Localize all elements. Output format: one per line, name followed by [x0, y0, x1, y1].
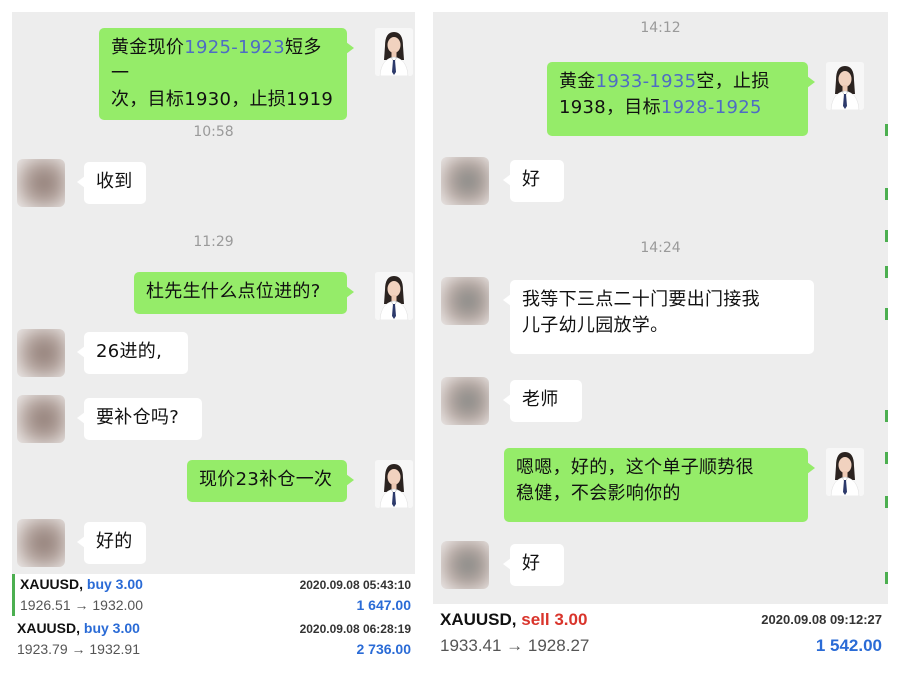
symbol-text: XAUUSD,: [17, 620, 81, 636]
price-range-text: 1925-1923: [184, 37, 286, 58]
trade-symbol: XAUUSD, sell 3.00: [440, 610, 587, 630]
woman-portrait-svg: [375, 272, 413, 320]
received-message-bubble[interactable]: 我等下三点二十门要出门接我 儿子幼儿园放学。: [503, 280, 814, 354]
received-message-bubble[interactable]: 收到: [77, 162, 146, 204]
woman-portrait-svg: [826, 62, 864, 110]
sent-message-bubble[interactable]: 嗯嗯，好的，这个单子顺势很 稳健，不会影响你的: [504, 448, 815, 522]
symbol-text: XAUUSD,: [20, 576, 84, 592]
blurred-avatar-icon[interactable]: [441, 157, 489, 205]
trade-symbol: XAUUSD, buy 3.00: [17, 620, 140, 636]
received-message-bubble[interactable]: 老师: [503, 380, 582, 422]
message-text: 收到: [96, 171, 133, 192]
chat-panel-right: 14:12 黄金1933-1935空，止损 1938，目标1928-1925 好 1…: [433, 12, 888, 604]
trade-time: 2020.09.08 09:12:27: [761, 612, 882, 627]
message-text: 现价23补仓一次: [199, 469, 333, 490]
message-text: 26进的,: [96, 341, 163, 362]
blurred-avatar-icon[interactable]: [17, 395, 65, 443]
woman-portrait-svg: [375, 460, 413, 508]
chat-panel-left: 黄金现价1925-1923短多一 次，目标1930，止损1919 10:58 收到 1…: [12, 12, 415, 574]
scroll-edge: [885, 12, 888, 604]
sent-message-bubble[interactable]: 黄金现价1925-1923短多一 次，目标1930，止损1919: [99, 28, 354, 120]
trade-prices: 1926.51 → 1932.00: [20, 597, 143, 613]
trade-record[interactable]: XAUUSD, sell 3.00 2020.09.08 09:12:27 19…: [433, 604, 888, 662]
woman-portrait-avatar-icon[interactable]: [826, 62, 864, 110]
blurred-avatar-icon[interactable]: [17, 329, 65, 377]
trade-prices: 1923.79 → 1932.91: [17, 641, 140, 657]
trade-side: sell 3.00: [521, 610, 588, 629]
message-text: 嗯嗯，好的，这个单子顺势很 稳健，不会影响你的: [516, 457, 754, 504]
trade-side: buy 3.00: [83, 620, 140, 636]
woman-portrait-avatar-icon[interactable]: [375, 28, 413, 76]
woman-portrait-avatar-icon[interactable]: [375, 460, 413, 508]
symbol-text: XAUUSD,: [440, 610, 517, 629]
sent-message-bubble[interactable]: 黄金1933-1935空，止损 1938，目标1928-1925: [547, 62, 815, 136]
sent-message-bubble[interactable]: 现价23补仓一次: [187, 460, 354, 502]
price-range-text: 1933-1935: [595, 71, 697, 92]
woman-portrait-avatar-icon[interactable]: [826, 448, 864, 496]
message-text: 要补仓吗?: [96, 407, 180, 428]
message-text: 老师: [522, 389, 559, 410]
blurred-avatar-icon[interactable]: [17, 159, 65, 207]
trade-record[interactable]: XAUUSD, buy 3.00 2020.09.08 06:28:19 192…: [12, 618, 415, 660]
message-text: 杜先生什么点位进的?: [146, 281, 321, 302]
blurred-avatar-icon[interactable]: [441, 277, 489, 325]
trade-time: 2020.09.08 05:43:10: [299, 578, 411, 592]
received-message-bubble[interactable]: 好: [503, 160, 564, 202]
trade-side: buy 3.00: [86, 576, 143, 592]
received-message-bubble[interactable]: 好: [503, 544, 564, 586]
trade-profit: 2 736.00: [356, 641, 412, 657]
woman-portrait-svg: [375, 28, 413, 76]
blurred-avatar-icon[interactable]: [17, 519, 65, 567]
message-text: 黄金: [559, 71, 596, 92]
blurred-avatar-icon[interactable]: [441, 541, 489, 589]
received-message-bubble[interactable]: 好的: [77, 522, 146, 564]
message-text: 我等下三点二十门要出门接我 儿子幼儿园放学。: [522, 289, 760, 336]
timestamp: 14:24: [640, 240, 681, 256]
trade-profit: 1 647.00: [356, 597, 412, 613]
woman-portrait-svg: [826, 448, 864, 496]
message-text: 好: [522, 169, 541, 190]
received-message-bubble[interactable]: 要补仓吗?: [77, 398, 202, 440]
message-text: 好的: [96, 531, 133, 552]
timestamp: 11:29: [193, 234, 234, 250]
message-text: 好: [522, 553, 541, 574]
trade-profit: 1 542.00: [815, 636, 882, 655]
trade-record[interactable]: XAUUSD, buy 3.00 2020.09.08 05:43:10 192…: [12, 574, 415, 616]
price-range-text: 1928-1925: [660, 97, 762, 118]
sent-message-bubble[interactable]: 杜先生什么点位进的?: [134, 272, 354, 314]
timestamp: 10:58: [193, 124, 234, 140]
timestamp: 14:12: [640, 20, 681, 36]
woman-portrait-avatar-icon[interactable]: [375, 272, 413, 320]
trade-symbol: XAUUSD, buy 3.00: [20, 576, 143, 592]
received-message-bubble[interactable]: 26进的,: [77, 332, 188, 374]
trade-prices: 1933.41 → 1928.27: [440, 636, 590, 655]
trade-time: 2020.09.08 06:28:19: [299, 622, 411, 636]
message-text: 黄金现价: [111, 37, 185, 58]
blurred-avatar-icon[interactable]: [441, 377, 489, 425]
